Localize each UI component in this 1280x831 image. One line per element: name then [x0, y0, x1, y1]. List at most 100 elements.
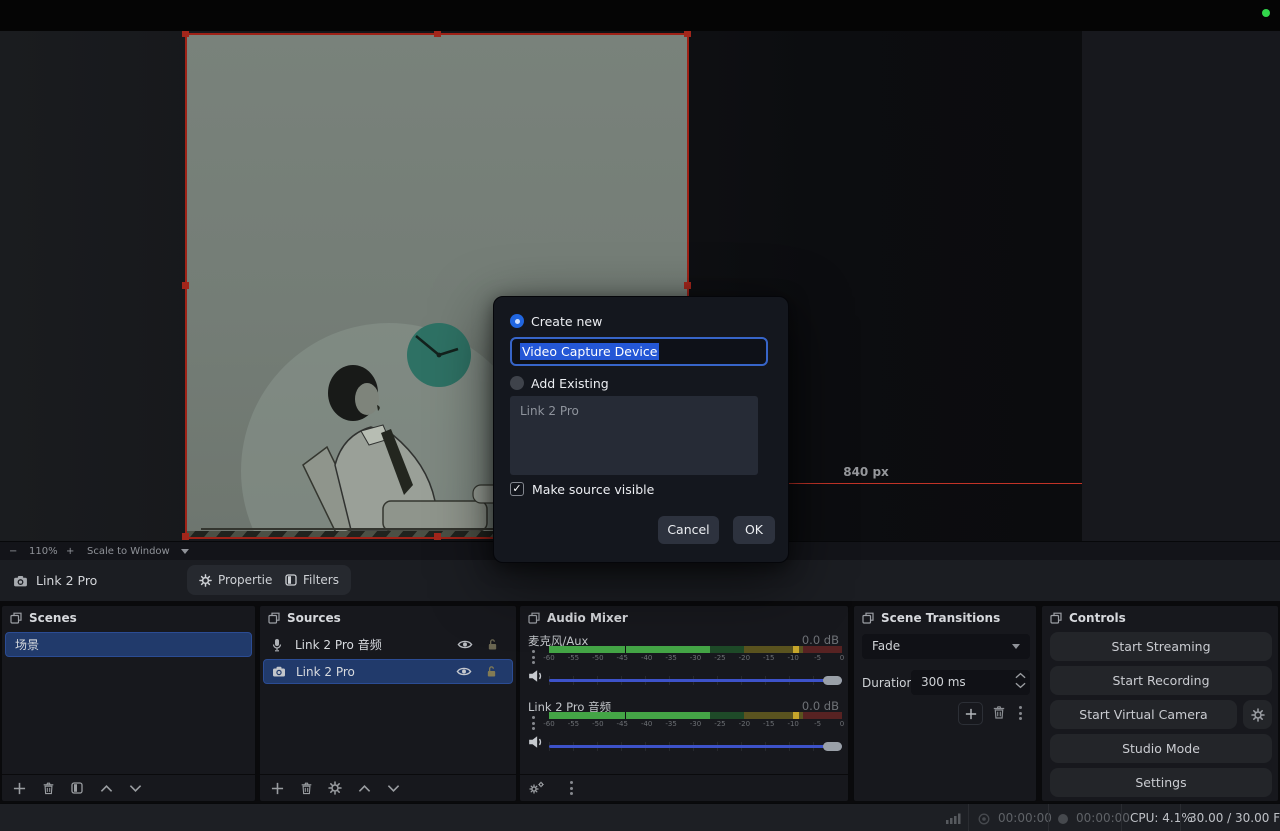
sources-toolbar — [260, 774, 516, 801]
kebab-icon[interactable] — [532, 650, 535, 664]
make-source-visible-checkbox[interactable]: ✓ — [510, 482, 524, 496]
dock-icon — [528, 612, 540, 624]
audio-mixer-panel: Audio Mixer 麦克风/Aux 0.0 dB -60-55-50-45-… — [519, 605, 849, 802]
status-dot-icon — [1262, 9, 1270, 17]
filter-icon — [285, 574, 297, 586]
move-source-up-button[interactable] — [356, 780, 372, 796]
start-virtual-camera-button[interactable]: Start Virtual Camera — [1050, 700, 1237, 729]
record-status-icon — [1057, 813, 1069, 825]
camera-icon — [13, 575, 28, 587]
move-scene-up-button[interactable] — [98, 780, 114, 796]
move-scene-down-button[interactable] — [127, 780, 143, 796]
lock-icon[interactable] — [487, 638, 498, 651]
remove-scene-button[interactable] — [40, 780, 56, 796]
source-name-input[interactable]: Video Capture Device — [510, 337, 768, 366]
scenes-panel-header: Scenes — [2, 606, 255, 630]
dock-icon — [862, 612, 874, 624]
add-transition-button[interactable] — [958, 702, 983, 725]
source-row-video[interactable]: Link 2 Pro — [263, 659, 513, 684]
remove-transition-button[interactable] — [992, 705, 1006, 720]
mixer-menu-kebab-icon[interactable] — [563, 780, 579, 796]
selected-source-name: Link 2 Pro — [36, 573, 97, 588]
volume-slider[interactable] — [549, 745, 842, 748]
zoom-out-button[interactable]: − — [9, 546, 17, 557]
volume-slider-handle[interactable] — [823, 676, 842, 685]
filters-button[interactable]: Filters — [273, 565, 351, 595]
settings-button[interactable]: Settings — [1050, 768, 1272, 797]
sources-panel: Sources Link 2 Pro 音频 Link 2 Pro — [259, 605, 517, 802]
cancel-button[interactable]: Cancel — [658, 516, 719, 544]
create-new-label: Create new — [531, 314, 602, 329]
scene-filters-icon[interactable] — [69, 780, 85, 796]
speaker-icon[interactable] — [528, 735, 544, 749]
divider — [1180, 804, 1181, 831]
properties-button-label: Properties — [218, 573, 279, 587]
resize-handle-top-mid[interactable] — [434, 31, 441, 37]
visibility-eye-icon[interactable] — [457, 639, 473, 650]
volume-slider[interactable] — [549, 679, 842, 682]
resize-handle-mid-right[interactable] — [684, 282, 691, 289]
spin-up-button[interactable] — [1015, 672, 1026, 679]
audio-mixer-title: Audio Mixer — [547, 611, 628, 625]
resize-handle-top-right[interactable] — [684, 31, 691, 37]
create-new-radio[interactable] — [510, 314, 524, 328]
resize-handle-bottom-left[interactable] — [182, 533, 189, 540]
add-source-button[interactable] — [269, 780, 285, 796]
add-existing-radio[interactable] — [510, 376, 524, 390]
audio-level-meter — [549, 646, 842, 653]
scale-mode-dropdown[interactable]: Scale to Window — [87, 546, 170, 557]
dock-icon — [1050, 612, 1062, 624]
fps-indicator: 30.00 / 30.00 FPS — [1189, 811, 1280, 825]
duration-spinbox[interactable]: 300 ms — [911, 670, 1030, 695]
virtual-camera-config-button[interactable] — [1243, 700, 1272, 729]
visibility-eye-icon[interactable] — [456, 666, 472, 677]
resize-handle-bottom-mid[interactable] — [434, 533, 441, 540]
make-source-visible-label: Make source visible — [532, 482, 654, 497]
add-scene-button[interactable] — [11, 780, 27, 796]
mixer-channel-db: 0.0 dB — [802, 699, 839, 713]
divider — [1048, 804, 1049, 831]
move-source-down-button[interactable] — [385, 780, 401, 796]
chevron-down-icon[interactable] — [181, 549, 189, 554]
existing-sources-list[interactable]: Link 2 Pro — [510, 396, 758, 475]
remove-source-button[interactable] — [298, 780, 314, 796]
resize-handle-mid-left[interactable] — [182, 282, 189, 289]
start-recording-button[interactable]: Start Recording — [1050, 666, 1272, 695]
meter-tick-labels: -60-55-50-45-40-35-30-25-20-15-10-50 — [549, 720, 842, 729]
source-row-audio[interactable]: Link 2 Pro 音频 — [263, 632, 513, 657]
advanced-audio-gear-icon[interactable] — [529, 780, 545, 796]
lock-icon[interactable] — [486, 665, 497, 678]
signal-bars-icon — [946, 813, 962, 824]
gear-icon — [199, 574, 212, 587]
divider — [968, 804, 969, 831]
transition-menu-kebab-icon[interactable] — [1019, 706, 1022, 720]
menu-bar — [0, 0, 1280, 31]
scenes-panel: Scenes 场景 — [1, 605, 256, 802]
transition-selected-value: Fade — [872, 639, 900, 653]
dock-icon — [10, 612, 22, 624]
existing-source-item[interactable]: Link 2 Pro — [520, 404, 579, 418]
cpu-usage: CPU: 4.1% — [1130, 811, 1193, 825]
stream-status-icon — [978, 813, 990, 825]
gear-icon — [1251, 708, 1265, 722]
mixer-channel-db: 0.0 dB — [802, 633, 839, 647]
measurement-label: 840 px — [816, 465, 916, 479]
source-name: Link 2 Pro — [296, 665, 355, 679]
volume-slider-handle[interactable] — [823, 742, 842, 751]
audio-level-meter — [549, 712, 842, 719]
source-properties-gear-icon[interactable] — [327, 780, 343, 796]
transition-select[interactable]: Fade — [862, 634, 1030, 659]
resize-handle-top-left[interactable] — [182, 31, 189, 37]
source-name-selected-text: Video Capture Device — [520, 343, 659, 360]
sources-panel-header: Sources — [260, 606, 516, 630]
speaker-icon[interactable] — [528, 669, 544, 683]
spin-down-button[interactable] — [1015, 682, 1026, 689]
studio-mode-button[interactable]: Studio Mode — [1050, 734, 1272, 763]
kebab-icon[interactable] — [532, 716, 535, 730]
zoom-in-button[interactable]: + — [66, 546, 74, 557]
start-streaming-button[interactable]: Start Streaming — [1050, 632, 1272, 661]
microphone-icon — [271, 638, 286, 652]
source-name: Link 2 Pro 音频 — [295, 636, 382, 653]
ok-button[interactable]: OK — [733, 516, 775, 544]
scene-row[interactable]: 场景 — [5, 632, 252, 657]
